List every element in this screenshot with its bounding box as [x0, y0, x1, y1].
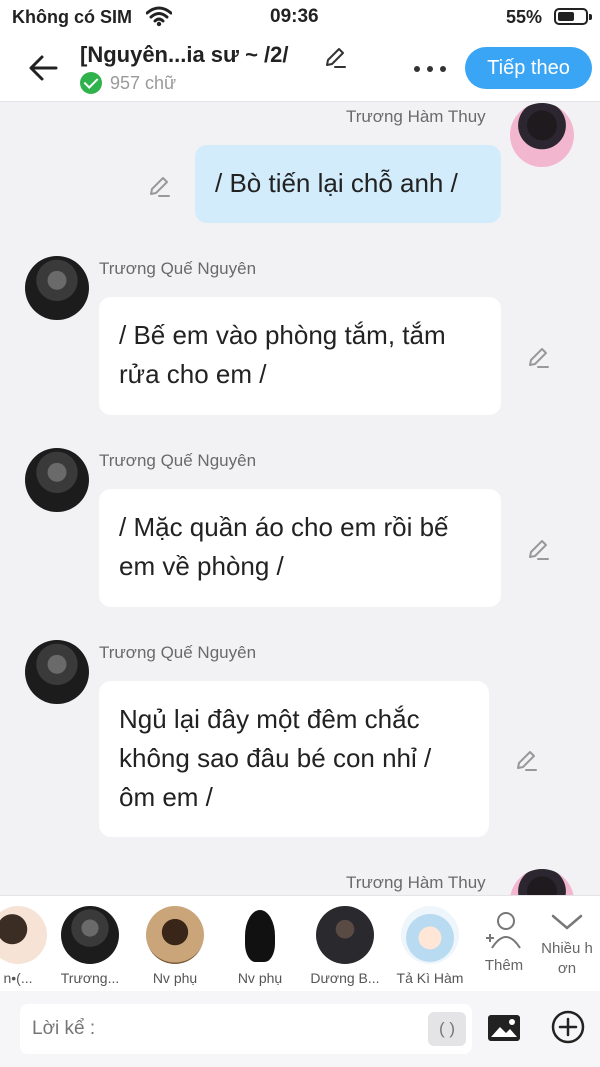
message-line: ôm em / — [119, 782, 213, 812]
wifi-icon — [146, 6, 172, 27]
character-avatar — [231, 906, 289, 964]
edit-message-icon[interactable] — [146, 173, 172, 199]
word-count-row: 957 chữ — [80, 72, 176, 94]
more-label-2: ơn — [557, 960, 577, 977]
character-avatar — [61, 906, 119, 964]
check-icon — [80, 72, 102, 94]
edit-message-icon[interactable] — [525, 344, 551, 370]
next-button[interactable]: Tiếp theo — [465, 47, 592, 89]
message-bubble[interactable]: Ngủ lại đây một đêm chắc không sao đâu b… — [99, 681, 489, 837]
chat-area: Trương Hàm Thuy / Bò tiến lại chỗ anh / … — [0, 103, 600, 895]
character-avatar — [401, 906, 459, 964]
header: [Nguyên...ia sư ~ /2/ 957 chữ Tiếp theo — [0, 34, 600, 102]
character-name: Dương B... — [310, 970, 380, 986]
message-line: em về phòng / — [119, 551, 284, 581]
story-title[interactable]: [Nguyên...ia sư ~ /2/ — [80, 42, 289, 68]
clock: 09:36 — [270, 6, 319, 27]
input-bar: ( ) — [0, 991, 600, 1067]
character-avatar — [0, 906, 47, 964]
status-bar: Không có SIM 09:36 55% — [0, 0, 600, 34]
message-bubble[interactable]: / Mặc quần áo cho em rồi bế em về phòng … — [99, 489, 501, 607]
message-sender: Trương Hàm Thuy — [346, 107, 486, 126]
message-line: rửa cho em / — [119, 359, 267, 389]
more-options-icon[interactable] — [414, 66, 446, 72]
add-person-icon — [486, 912, 521, 949]
parentheses-button[interactable]: ( ) — [428, 1012, 466, 1046]
character-name: Nv phụ — [152, 970, 198, 986]
character-item[interactable]: Trương... — [50, 906, 130, 986]
carrier-label: Không có SIM — [12, 7, 132, 27]
avatar[interactable] — [510, 869, 574, 895]
narration-input[interactable] — [20, 1004, 472, 1054]
avatar[interactable] — [510, 103, 574, 167]
avatar[interactable] — [25, 448, 89, 512]
message-line: Ngủ lại đây một đêm chắc — [119, 704, 420, 734]
message-sender: Trương Quế Nguyên — [99, 451, 257, 470]
image-icon[interactable] — [486, 1011, 522, 1045]
message-line: / Mặc quần áo cho em rồi bế — [119, 512, 449, 542]
edit-message-icon[interactable] — [525, 536, 551, 562]
character-item[interactable]: Nv phụ — [135, 906, 215, 986]
character-name: Trương... — [60, 970, 120, 986]
character-avatar — [316, 906, 374, 964]
message-sender: Trương Quế Nguyên — [99, 643, 257, 662]
add-label: Thêm — [484, 957, 524, 974]
chevron-down-icon — [551, 914, 583, 930]
character-name: Nv phụ — [237, 970, 283, 986]
add-character-button[interactable]: Thêm — [480, 910, 528, 974]
message-sender: Trương Quế Nguyên — [99, 259, 257, 278]
message-bubble[interactable]: / Bế em vào phòng tắm, tắm rửa cho em / — [99, 297, 501, 415]
character-item[interactable]: Dương B... — [305, 906, 385, 986]
edit-message-icon[interactable] — [513, 747, 539, 773]
more-characters-button[interactable]: Nhiều h ơn — [536, 910, 598, 979]
more-label-1: Nhiều h — [541, 940, 593, 957]
message-sender: Trương Hàm Thuy — [346, 873, 486, 892]
character-avatar — [146, 906, 204, 964]
message-line: / Bế em vào phòng tắm, tắm — [119, 320, 446, 350]
battery-percent: 55% — [506, 7, 543, 27]
message-line: không sao đâu bé con nhỉ / — [119, 743, 432, 773]
add-icon[interactable] — [550, 1009, 586, 1045]
character-item[interactable]: Nv phụ — [220, 906, 300, 986]
edit-title-icon[interactable] — [322, 44, 348, 70]
avatar[interactable] — [25, 256, 89, 320]
back-arrow-icon[interactable] — [26, 50, 62, 86]
character-name: Tả Kì Hàm — [396, 970, 464, 986]
word-count: 957 chữ — [110, 72, 177, 93]
character-bar: n•(... Trương... Nv phụ Nv phụ Dương B..… — [0, 895, 600, 991]
message-bubble[interactable]: / Bò tiến lại chỗ anh / — [195, 145, 501, 223]
battery-icon — [554, 8, 592, 25]
character-item[interactable]: Tả Kì Hàm — [390, 906, 470, 986]
message-text: / Bò tiến lại chỗ anh / — [215, 168, 458, 198]
avatar[interactable] — [25, 640, 89, 704]
